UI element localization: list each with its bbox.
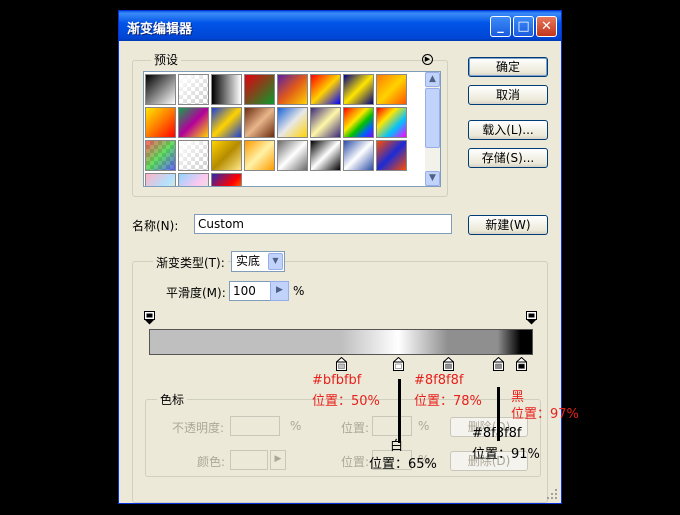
preset-swatch[interactable]: [178, 173, 209, 186]
preset-swatch[interactable]: [178, 140, 209, 171]
color-stop-marker[interactable]: [335, 357, 347, 371]
smoothness-input[interactable]: 100: [229, 281, 273, 301]
dialog-title: 渐变编辑器: [127, 22, 193, 37]
opacity-input: [230, 416, 280, 436]
annotation-position-4: 位置：65%: [369, 457, 437, 472]
opacity-location-label: 位置:: [341, 421, 370, 435]
maximize-icon[interactable]: □: [513, 16, 534, 37]
preset-swatch[interactable]: [145, 74, 176, 105]
scroll-down-icon[interactable]: ▼: [425, 171, 440, 186]
preset-swatch[interactable]: [178, 74, 209, 105]
color-stop-marker[interactable]: [443, 357, 455, 371]
chevron-down-icon[interactable]: ▼: [268, 253, 283, 270]
preset-swatch[interactable]: [145, 140, 176, 171]
color-stops-label: 色标: [157, 391, 188, 408]
preset-swatch[interactable]: [211, 74, 242, 105]
opacity-label: 不透明度:: [172, 421, 225, 435]
title-bar[interactable]: 渐变编辑器 _ □ ✕: [119, 11, 561, 41]
annotation-pointer-line-1: [398, 379, 401, 443]
preset-swatch[interactable]: [310, 107, 341, 138]
color-stop-marker[interactable]: [393, 357, 405, 371]
gradient-editor-dialog: 渐变编辑器 _ □ ✕ 预设 ▶ ▲ ▼ 确定 取消 载入(L)... 存储(S…: [118, 10, 579, 504]
preset-swatch[interactable]: [310, 74, 341, 105]
gradient-type-label: 渐变类型(T):: [153, 254, 228, 271]
load-button[interactable]: 载入(L)...: [468, 120, 548, 140]
color-swatch: [230, 450, 268, 470]
preset-swatch[interactable]: [145, 107, 176, 138]
opacity-location-unit: %: [418, 419, 430, 433]
preset-swatch[interactable]: [343, 140, 374, 171]
preset-swatch[interactable]: [244, 140, 275, 171]
opacity-stop-left[interactable]: [144, 311, 155, 325]
annotation-color-4: 白: [390, 439, 404, 454]
opacity-unit: %: [290, 419, 302, 433]
smoothness-label: 平滑度(M):: [166, 286, 226, 300]
scroll-thumb[interactable]: [425, 88, 440, 148]
color-label: 颜色:: [197, 455, 226, 469]
color-popup-arrow-icon: ▶: [270, 450, 286, 470]
annotation-position-5: 位置：91%: [472, 447, 540, 462]
annotation-position-3: 位置：97%: [511, 407, 579, 422]
preset-swatch[interactable]: [376, 140, 407, 171]
annotation-position-1: 位置：50%: [312, 394, 380, 409]
save-button[interactable]: 存储(S)...: [468, 148, 548, 168]
gradient-type-value: 实底: [236, 254, 261, 268]
preset-swatch[interactable]: [277, 140, 308, 171]
scroll-up-icon[interactable]: ▲: [425, 72, 440, 87]
preset-swatch[interactable]: [145, 173, 176, 186]
cancel-button[interactable]: 取消: [468, 85, 548, 105]
annotation-position-2: 位置：78%: [414, 394, 482, 409]
presets-label: 预设: [151, 51, 182, 68]
preset-swatch[interactable]: [310, 140, 341, 171]
preset-swatch[interactable]: [211, 173, 242, 186]
smoothness-unit: %: [293, 284, 305, 298]
new-button[interactable]: 新建(W): [468, 215, 548, 235]
preset-swatch[interactable]: [343, 107, 374, 138]
color-stop-marker[interactable]: [492, 357, 504, 371]
preset-swatch[interactable]: [277, 107, 308, 138]
name-label: 名称(N):: [132, 219, 179, 233]
preset-swatch-list[interactable]: ▲ ▼: [143, 71, 441, 187]
color-stop-marker[interactable]: [515, 357, 527, 371]
annotation-color-5: #8f8f8f: [472, 426, 522, 441]
name-input[interactable]: Custom: [194, 214, 452, 234]
preset-swatch[interactable]: [211, 107, 242, 138]
preset-swatch[interactable]: [244, 107, 275, 138]
color-location-label: 位置:: [341, 455, 370, 469]
preset-swatch[interactable]: [178, 107, 209, 138]
smoothness-popup-arrow-icon[interactable]: ▶: [270, 281, 289, 301]
preset-swatch[interactable]: [343, 74, 374, 105]
preset-swatch[interactable]: [376, 74, 407, 105]
gradient-type-select[interactable]: 实底 ▼: [231, 251, 285, 272]
opacity-stop-right[interactable]: [526, 311, 537, 325]
preset-swatch[interactable]: [376, 107, 407, 138]
gradient-preview-bar[interactable]: [149, 329, 533, 355]
preset-swatch[interactable]: [211, 140, 242, 171]
preset-swatch[interactable]: [244, 74, 275, 105]
annotation-color-1: #bfbfbf: [312, 373, 362, 388]
preset-swatch[interactable]: [277, 74, 308, 105]
right-arrow-circle-icon[interactable]: ▶: [422, 54, 433, 65]
preset-scrollbar[interactable]: ▲ ▼: [425, 72, 440, 186]
resize-grip-icon[interactable]: [546, 488, 558, 500]
annotation-color-2: #8f8f8f: [414, 373, 464, 388]
opacity-location-input: [372, 416, 412, 436]
close-icon[interactable]: ✕: [536, 16, 557, 37]
ok-button[interactable]: 确定: [468, 57, 548, 77]
minimize-icon[interactable]: _: [490, 16, 511, 37]
